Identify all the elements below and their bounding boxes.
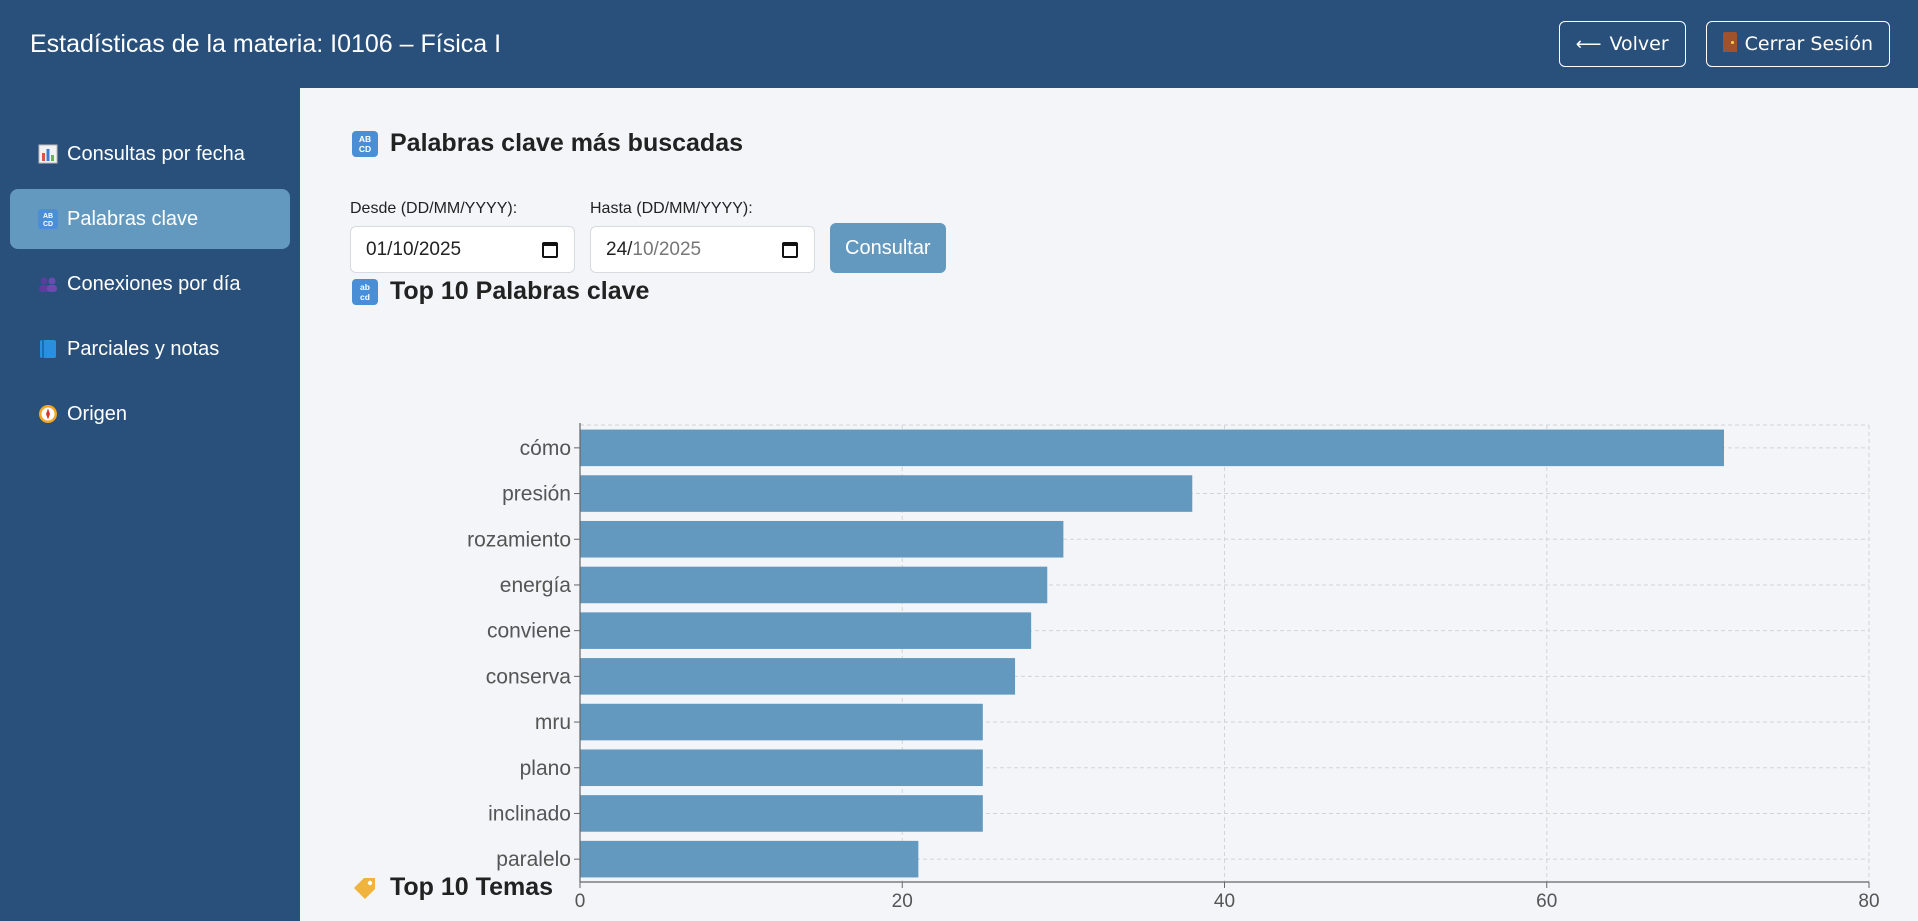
compass-icon — [37, 403, 59, 425]
chart-bar — [580, 566, 1048, 604]
sidebar-item-conexiones-por-dia[interactable]: Conexiones por día — [10, 254, 290, 314]
logout-button-label: Cerrar Sesión — [1744, 33, 1873, 55]
sidebar-item-label: Palabras clave — [67, 207, 199, 230]
svg-text:AB: AB — [43, 213, 53, 220]
y-tick-label: plano — [520, 757, 571, 780]
x-tick-label: 0 — [575, 891, 586, 912]
keywords-bar-chart: cómo presión rozamiento energía conviene cons… — [467, 423, 1880, 912]
from-date-input[interactable]: 01/10/2025 — [350, 226, 575, 273]
top-bar: Estadísticas de la materia: I0106 – Físi… — [0, 0, 1918, 88]
logout-button[interactable]: Cerrar Sesión — [1705, 21, 1890, 67]
to-date-rest: 10/2025 — [632, 238, 702, 260]
y-tick-label: energía — [500, 574, 572, 597]
section-title-text: Palabras clave más buscadas — [390, 129, 744, 157]
date-filters: Desde (DD/MM/YYYY): 01/10/2025 Hasta (DD… — [350, 200, 946, 273]
chart-bar — [580, 612, 1032, 649]
to-date-label: Hasta (DD/MM/YYYY): — [590, 200, 753, 217]
chart-bar — [580, 475, 1193, 512]
x-tick-label: 20 — [892, 891, 913, 912]
from-date-label: Desde (DD/MM/YYYY): — [350, 200, 518, 217]
people-icon — [37, 273, 59, 295]
chart-bar — [580, 840, 919, 878]
sidebar-item-label: Consultas por fecha — [67, 142, 245, 165]
sidebar: Consultas por fecha AB CD Palabras clave … — [0, 88, 300, 921]
page-title: Estadísticas de la materia: I0106 – Físi… — [30, 29, 502, 58]
arrow-left-icon: ⟵ — [1575, 33, 1602, 55]
y-tick-label: cómo — [520, 437, 571, 460]
y-tick-label: conserva — [486, 665, 572, 688]
sidebar-item-palabras-clave[interactable]: AB CD Palabras clave — [10, 189, 290, 249]
chart-bar — [580, 658, 1016, 695]
chart-title: ab cd Top 10 Palabras clave — [352, 277, 649, 306]
abcd-icon: AB CD — [352, 130, 378, 157]
back-button[interactable]: ⟵ Volver — [1558, 21, 1686, 67]
back-button-label: Volver — [1609, 33, 1669, 55]
door-icon — [1722, 31, 1737, 57]
y-tick-label: conviene — [487, 620, 571, 643]
chart-bar — [580, 703, 983, 741]
abcd-icon: AB CD — [37, 208, 59, 230]
svg-text:CD: CD — [359, 144, 371, 154]
y-tick-label: mru — [535, 711, 571, 734]
y-tick-label: paralelo — [496, 848, 571, 871]
section-title: AB CD Palabras clave más buscadas — [352, 129, 743, 158]
sidebar-item-label: Parciales y notas — [67, 337, 220, 360]
calendar-icon[interactable] — [542, 241, 558, 258]
sidebar-item-origen[interactable]: Origen — [10, 384, 290, 444]
svg-text:cd: cd — [360, 292, 370, 302]
book-icon — [37, 338, 59, 360]
y-tick-label: presión — [502, 483, 571, 506]
next-section-title: Top 10 Temas — [352, 873, 553, 902]
sidebar-item-label: Conexiones por día — [67, 272, 241, 295]
calendar-icon[interactable] — [782, 241, 798, 258]
chart-bar — [580, 429, 1724, 467]
x-tick-label: 80 — [1858, 891, 1879, 912]
sidebar-item-label: Origen — [67, 402, 128, 425]
sidebar-item-parciales-y-notas[interactable]: Parciales y notas — [10, 319, 290, 379]
chart-title-text: Top 10 Palabras clave — [390, 277, 650, 305]
chart-bar — [580, 795, 983, 832]
y-tick-label: rozamiento — [467, 528, 571, 551]
main-content: AB CD Palabras clave más buscadas Desde (… — [300, 88, 1918, 921]
svg-text:ab: ab — [360, 282, 370, 292]
y-tick-label: inclinado — [488, 802, 571, 825]
to-date-day: 24/ — [606, 238, 633, 260]
next-section-title-text: Top 10 Temas — [390, 873, 554, 901]
chart-bar — [580, 749, 983, 787]
from-date-day: 01/ — [366, 238, 393, 260]
tag-icon — [352, 875, 378, 901]
chart-bar — [580, 520, 1064, 558]
svg-text:CD: CD — [43, 221, 53, 228]
from-date-rest: 10/2025 — [392, 238, 462, 260]
to-date-input[interactable]: 24/10/2025 — [590, 226, 815, 273]
abcd-lowercase-icon: ab cd — [352, 278, 378, 305]
svg-text:AB: AB — [359, 134, 371, 144]
x-tick-label: 40 — [1214, 891, 1235, 912]
bar-chart-icon — [37, 143, 59, 165]
x-tick-label: 60 — [1536, 891, 1557, 912]
sidebar-item-consultas-por-fecha[interactable]: Consultas por fecha — [10, 124, 290, 184]
consultar-button[interactable]: Consultar — [830, 223, 946, 273]
